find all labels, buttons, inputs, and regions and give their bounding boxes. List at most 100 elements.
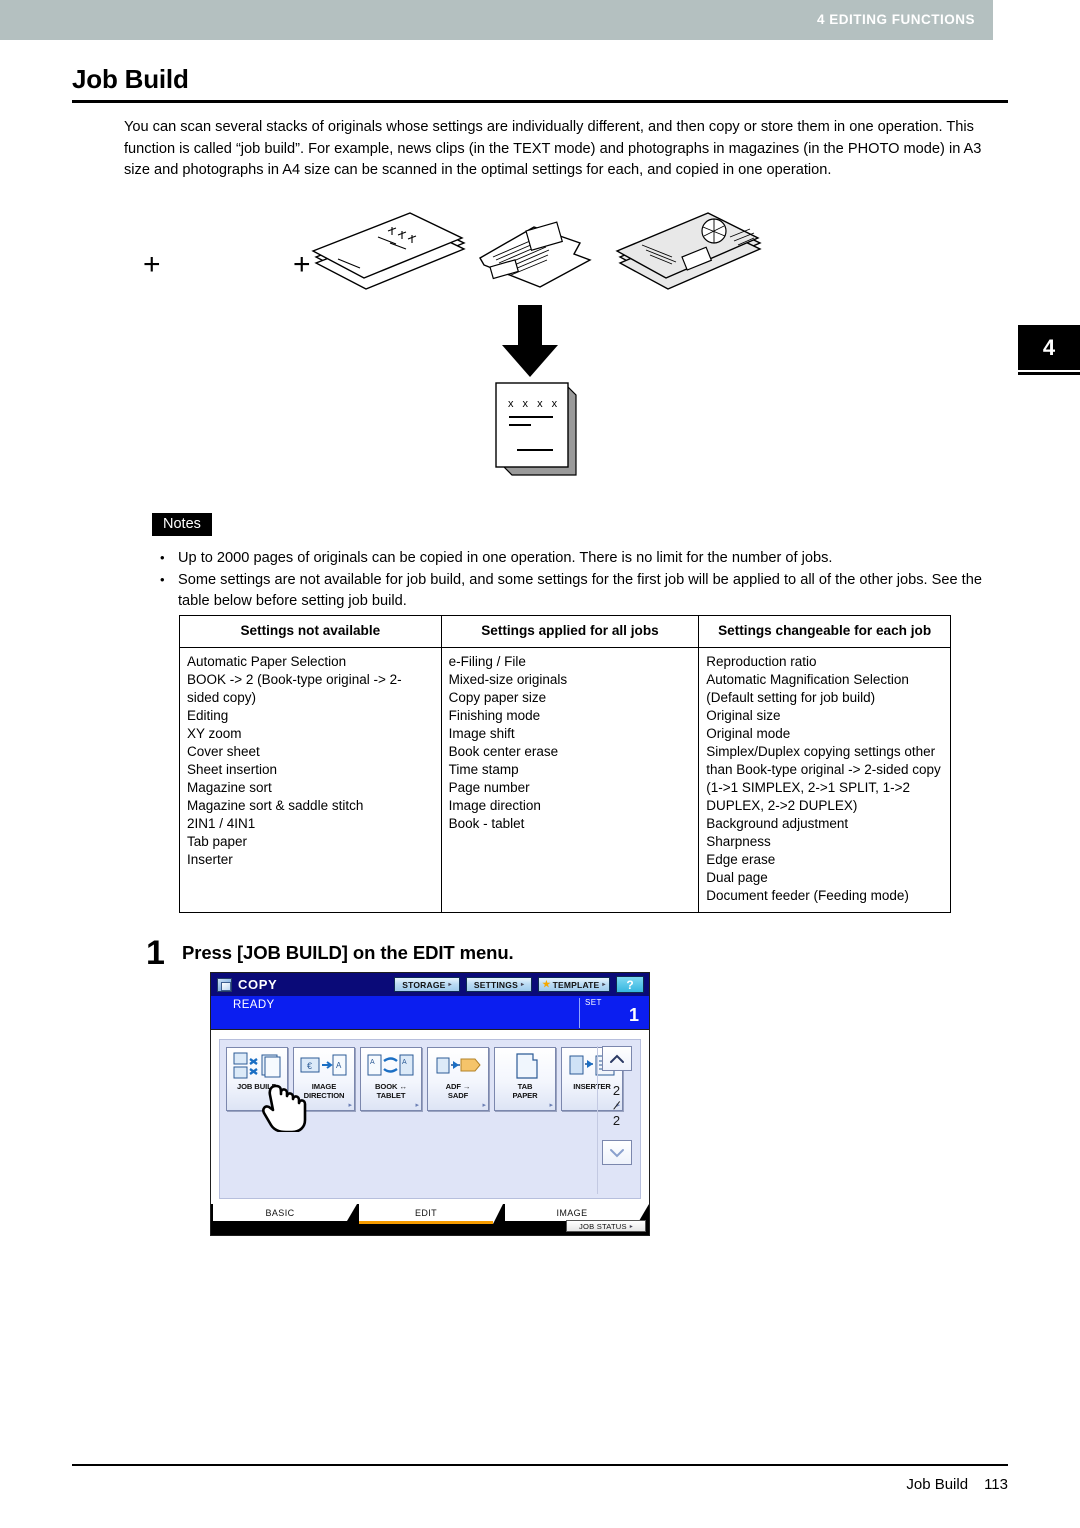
running-head-text: 4 EDITING FUNCTIONS: [816, 12, 975, 27]
chevron-right-icon: ▸: [520, 982, 525, 988]
template-button[interactable]: ★ TEMPLATE ▸: [538, 977, 610, 992]
chapter-tab: 4: [1018, 325, 1080, 370]
chevron-right-icon: ▸: [602, 982, 606, 988]
job-build-icon: [230, 1050, 284, 1082]
list-item: Original size: [706, 708, 781, 723]
list-item: Cover sheet: [187, 744, 260, 759]
intro-paragraph: You can scan several stacks of originals…: [124, 119, 982, 178]
list-item: Simplex/Duplex copying settings other th…: [706, 744, 941, 813]
list-item: XY zoom: [187, 726, 242, 741]
set-value: 1: [628, 1005, 639, 1025]
tab-basic[interactable]: BASIC: [213, 1204, 357, 1221]
adf-sadf-icon: [431, 1050, 485, 1082]
list-item: Dual page: [706, 870, 768, 885]
table-header-row: Settings not available Settings applied …: [179, 615, 951, 648]
svg-text:A: A: [336, 1061, 342, 1070]
page-title: Job Build: [72, 64, 189, 94]
image-direction-label-2: DIRECTION: [303, 1091, 345, 1100]
tab-paper-label-2: PAPER: [512, 1091, 538, 1100]
list-item: Document feeder (Feeding mode): [706, 888, 909, 903]
page-total: 2: [612, 1113, 621, 1128]
page-current: 2: [612, 1083, 621, 1098]
set-count-block: SET 1: [579, 998, 645, 1028]
scroll-down-button[interactable]: [601, 1140, 632, 1165]
star-icon: ★: [542, 979, 551, 989]
list-item: Magazine sort: [187, 780, 272, 795]
title-rule: [72, 100, 1008, 103]
manual-page: 4 EDITING FUNCTIONS 4 Job Build You can …: [0, 0, 1080, 1528]
down-arrow-icon: [502, 305, 558, 377]
illustration-svg: x x x x: [311, 212, 762, 476]
lcd-status-bar: READY SET 1: [211, 996, 649, 1030]
book-tablet-button[interactable]: A A BOOK ↔ TABLET ▸: [360, 1047, 422, 1111]
originals-stack-newsclip: [479, 221, 592, 288]
set-label: SET: [585, 998, 602, 1007]
cell-settings-applied-all: e-Filing / File Mixed-size originals Cop…: [440, 647, 700, 913]
edit-function-panel: JOB BUILD € A IMAGE DIRECTION ▸ A A BOOK…: [219, 1039, 641, 1199]
tab-edit[interactable]: EDIT: [359, 1204, 503, 1224]
chevron-right-icon: ▸: [448, 982, 452, 988]
adf-sadf-label-2: SADF: [447, 1091, 469, 1100]
pointing-hand-cursor: [262, 1084, 307, 1132]
running-head-band: 4 EDITING FUNCTIONS: [0, 0, 993, 40]
job-status-button[interactable]: JOB STATUS ▸: [566, 1220, 646, 1232]
notes-list: Up to 2000 pages of originals can be cop…: [152, 547, 1008, 613]
list-item: Book - tablet: [448, 816, 525, 831]
storage-button[interactable]: STORAGE ▸: [394, 977, 460, 992]
list-item: 2IN1 / 4IN1: [187, 816, 256, 831]
originals-stack-photo: [615, 212, 762, 290]
list-item: Reproduction ratio: [706, 654, 817, 669]
list-item: Automatic Magnification Selection (Defau…: [706, 672, 909, 705]
list-item: Time stamp: [448, 762, 519, 777]
lcd-titlebar: COPY STORAGE ▸ SETTINGS ▸ ★ TEMPLATE ▸ ?: [211, 973, 649, 996]
status-text: READY: [233, 999, 275, 1011]
step-instruction: Press [JOB BUILD] on the EDIT menu.: [182, 942, 514, 963]
list-item: Original mode: [706, 726, 791, 741]
list-item: Automatic Paper Selection: [187, 654, 347, 669]
notes-badge: Notes: [152, 513, 212, 536]
list-item: Some settings are not available for job …: [152, 569, 1008, 613]
settings-label: SETTINGS: [473, 979, 518, 990]
table-row: Automatic Paper Selection BOOK -> 2 (Boo…: [179, 647, 951, 913]
plus-sign-1: +: [143, 248, 161, 281]
book-tablet-label-1: BOOK ↔: [375, 1082, 407, 1091]
list-item: Image direction: [448, 798, 541, 813]
lcd-title: COPY: [238, 977, 278, 992]
footer-page-number: 113: [984, 1476, 1008, 1493]
plus-sign-2: +: [293, 248, 311, 281]
panel-scroll-column: 2 / 2: [597, 1046, 635, 1194]
list-item: BOOK -> 2 (Book-type original -> 2-sided…: [187, 672, 402, 705]
tab-image[interactable]: IMAGE: [505, 1204, 649, 1221]
output-stack: x x x x: [495, 382, 577, 476]
footer-title: Job Build: [906, 1476, 969, 1493]
adf-sadf-label-1: ADF →: [445, 1082, 471, 1091]
cell-settings-not-available: Automatic Paper Selection BOOK -> 2 (Boo…: [179, 647, 442, 913]
svg-text:A: A: [402, 1059, 407, 1066]
copy-app-icon: [217, 977, 232, 992]
chevron-right-icon: ▸: [482, 1102, 486, 1109]
list-item: Mixed-size originals: [448, 672, 568, 687]
list-item: e-Filing / File: [448, 654, 526, 669]
list-item: Image shift: [448, 726, 515, 741]
list-item: Book center erase: [448, 744, 559, 759]
list-item: Editing: [187, 708, 229, 723]
list-item: Sheet insertion: [187, 762, 278, 777]
lcd-tab-bar: BASIC EDIT IMAGE JOB STATUS ▸: [211, 1204, 649, 1235]
adf-sadf-button[interactable]: ADF → SADF ▸: [427, 1047, 489, 1111]
column-header-changeable-each: Settings changeable for each job: [698, 615, 951, 648]
svg-text:€: €: [307, 1061, 312, 1071]
footer: Job Build 113: [906, 1476, 1008, 1493]
list-item: Finishing mode: [448, 708, 541, 723]
scroll-up-button[interactable]: [601, 1046, 632, 1071]
tab-paper-button[interactable]: TAB PAPER ▸: [494, 1047, 556, 1111]
image-direction-icon: € A: [297, 1050, 351, 1082]
list-item: Sharpness: [706, 834, 771, 849]
list-item: Copy paper size: [448, 690, 547, 705]
settings-button[interactable]: SETTINGS ▸: [466, 977, 532, 992]
list-item: Tab paper: [187, 834, 248, 849]
list-item: Magazine sort & saddle stitch: [187, 798, 364, 813]
help-button[interactable]: ?: [616, 976, 644, 993]
page-indicator: 2 / 2: [612, 1083, 621, 1128]
chapter-tab-rule: [1018, 372, 1080, 375]
chevron-right-icon: ▸: [415, 1102, 419, 1109]
